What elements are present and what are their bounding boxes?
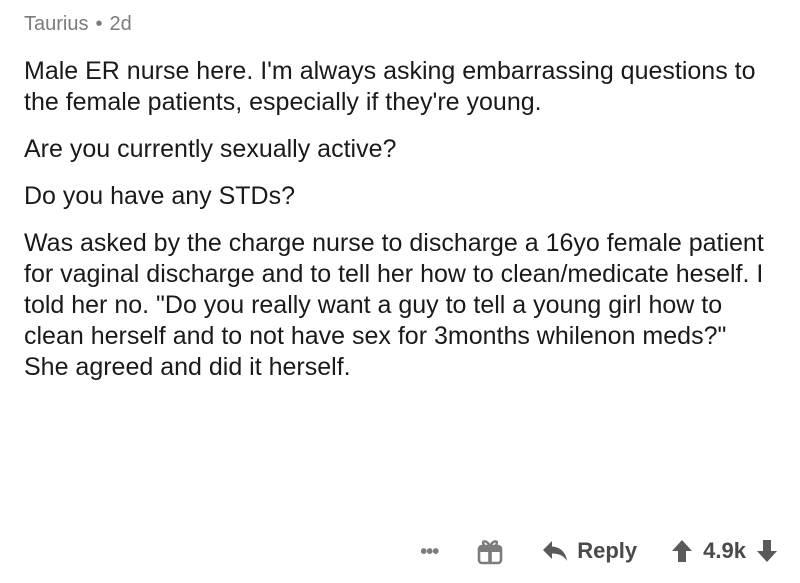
- downvote-arrow-icon[interactable]: [756, 539, 778, 563]
- reply-button[interactable]: Reply: [541, 538, 637, 564]
- comment-paragraph: Male ER nurse here. I'm always asking em…: [24, 57, 756, 116]
- reply-icon: [543, 541, 568, 561]
- more-options-button[interactable]: •••: [413, 540, 445, 562]
- gift-button[interactable]: [475, 536, 505, 566]
- comment: Taurius • 2d Male ER nurse here. I'm alway…: [24, 0, 784, 583]
- meta-separator: •: [95, 13, 103, 35]
- author-name[interactable]: Taurius: [24, 13, 88, 35]
- comment-paragraph: Are you currently sexually active?: [24, 135, 397, 163]
- vote-controls: 4.9k: [671, 538, 778, 564]
- comment-age: 2d: [109, 13, 132, 35]
- gift-icon: [477, 540, 503, 565]
- upvote-arrow-icon[interactable]: [671, 539, 693, 563]
- reply-label: Reply: [577, 538, 638, 563]
- comment-meta: Taurius • 2d: [24, 13, 132, 36]
- comment-paragraph: Do you have any STDs?: [24, 182, 295, 210]
- comment-paragraph: Was asked by the charge nurse to dischar…: [24, 229, 764, 381]
- comment-body: Male ER nurse here. I'm always asking em…: [24, 56, 764, 399]
- comment-actions: ••• Reply 4.9k: [413, 531, 778, 571]
- vote-score: 4.9k: [703, 538, 746, 563]
